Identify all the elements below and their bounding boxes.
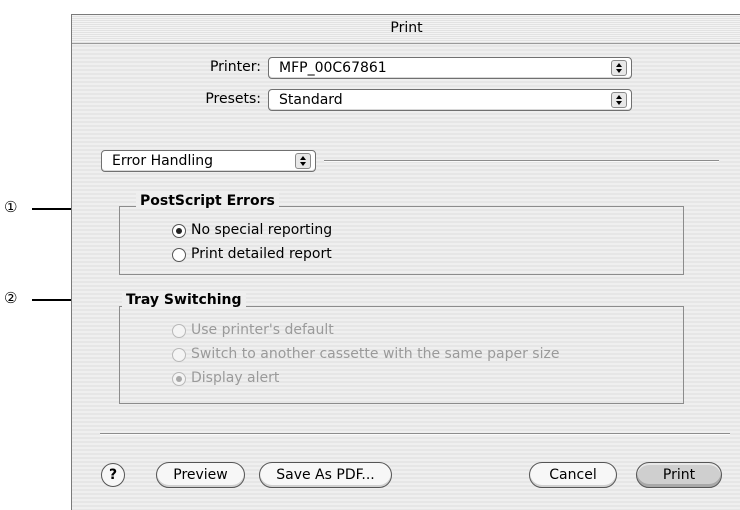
no-special-reporting-label[interactable]: No special reporting (191, 222, 332, 238)
print-detailed-report-label[interactable]: Print detailed report (191, 246, 332, 262)
callout-2: ② (4, 289, 18, 307)
window-title: Print (390, 20, 423, 36)
printer-label: Printer: (209, 59, 261, 75)
print-dialog: Print Printer: MFP_00C67861 Presets: Sta… (71, 14, 740, 510)
postscript-errors-group (119, 206, 684, 275)
bottom-separator (100, 433, 730, 435)
display-alert-radio[interactable] (172, 372, 186, 386)
presets-popup[interactable]: Standard (268, 89, 632, 111)
preview-button[interactable]: Preview (156, 462, 245, 488)
display-alert-label[interactable]: Display alert (191, 370, 279, 386)
postscript-errors-title: PostScript Errors (136, 193, 279, 209)
title-bar: Print (72, 15, 740, 44)
switch-cassette-radio[interactable] (172, 348, 186, 362)
presets-value: Standard (279, 92, 343, 108)
cancel-button[interactable]: Cancel (529, 462, 617, 488)
use-printer-default-label[interactable]: Use printer's default (191, 322, 334, 338)
panel-separator (324, 160, 719, 162)
help-button[interactable]: ? (101, 463, 125, 487)
presets-label: Presets: (205, 91, 261, 107)
popup-arrows-icon (295, 153, 311, 169)
no-special-reporting-radio[interactable] (172, 224, 186, 238)
panel-value: Error Handling (112, 153, 213, 169)
save-as-pdf-button[interactable]: Save As PDF... (259, 462, 392, 488)
use-printer-default-radio[interactable] (172, 324, 186, 338)
printer-value: MFP_00C67861 (279, 60, 387, 76)
popup-arrows-icon (611, 60, 627, 76)
callout-1: ① (4, 198, 18, 216)
printer-popup[interactable]: MFP_00C67861 (268, 57, 632, 79)
print-button[interactable]: Print (636, 462, 722, 488)
popup-arrows-icon (611, 92, 627, 108)
switch-cassette-label[interactable]: Switch to another cassette with the same… (191, 346, 559, 362)
tray-switching-title: Tray Switching (122, 292, 246, 308)
panel-popup[interactable]: Error Handling (101, 150, 316, 172)
print-detailed-report-radio[interactable] (172, 248, 186, 262)
